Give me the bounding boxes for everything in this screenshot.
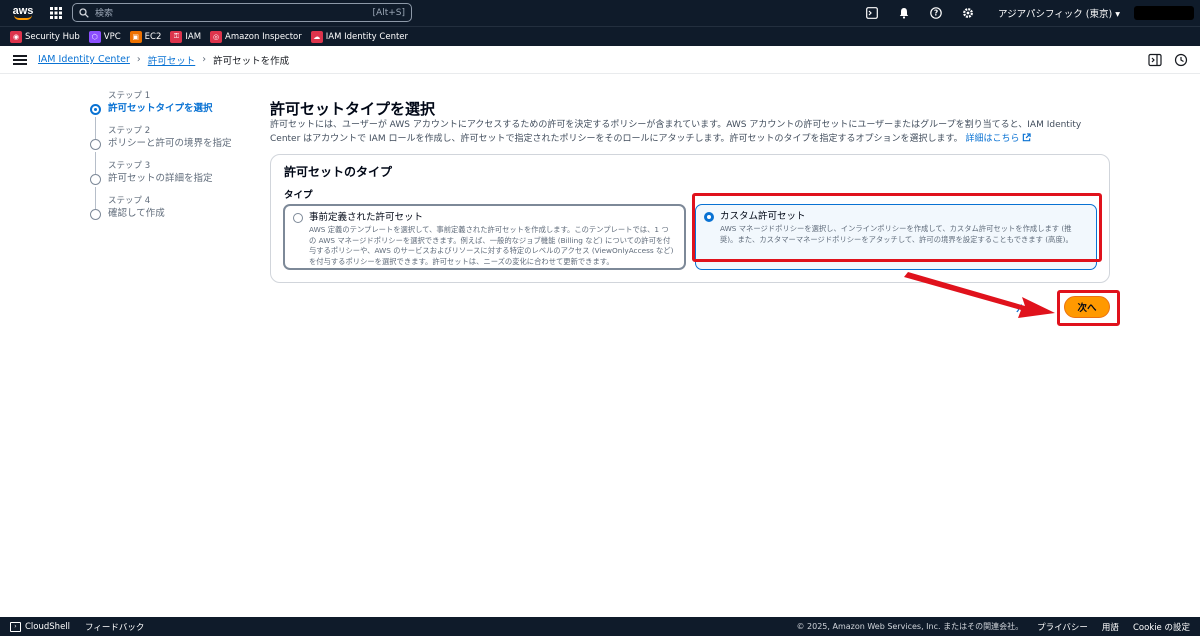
step-indicator-icon [90, 174, 101, 185]
wizard-step-1[interactable]: ステップ 1 許可セットタイプを選択 [90, 91, 260, 139]
cloudshell-link[interactable]: › CloudShell [10, 621, 71, 632]
wizard-step-3: ステップ 3 許可セットの詳細を指定 [90, 161, 260, 209]
step-label: 許可セットの詳細を指定 [108, 173, 213, 184]
breadcrumb-current: 許可セットを作成 [213, 55, 290, 67]
annotation-arrow [904, 272, 1055, 318]
feedback-link[interactable]: フィードバック [85, 621, 144, 633]
chevron-right-icon: › [202, 54, 207, 65]
option-description: AWS 定義のテンプレートを選択して、事前定義された許可セットを作成します。この… [309, 225, 674, 266]
search-placeholder: 検索 [95, 9, 114, 19]
wizard-step-2: ステップ 2 ポリシーと許可の境界を指定 [90, 126, 260, 174]
region-selector[interactable]: アジアパシフィック (東京) ▾ [998, 6, 1120, 20]
breadcrumb-root-link[interactable]: IAM Identity Center [38, 54, 130, 65]
step-label: ポリシーと許可の境界を指定 [108, 138, 232, 149]
fav-iam-identity-center[interactable]: ☁ IAM Identity Center [310, 30, 409, 43]
breadcrumb: IAM Identity Center › 許可セット › 許可セットを作成 [38, 53, 289, 67]
notifications-button[interactable] [893, 2, 915, 24]
search-shortcut: [Alt+S] [372, 7, 405, 18]
search-icon [79, 7, 89, 18]
panel-toggle-icon [1148, 53, 1162, 67]
step-indicator-icon [90, 104, 101, 115]
page-title: 許可セットタイプを選択 [270, 100, 436, 118]
nav-right: ? アジアパシフィック (東京) ▾ [856, 0, 1200, 26]
menu-icon[interactable] [13, 54, 27, 65]
step-number: ステップ 1 [108, 91, 151, 101]
type-label: タイプ [284, 190, 313, 201]
cloudshell-button[interactable] [861, 2, 883, 24]
page-description: 許可セットには、ユーザーが AWS アカウントにアクセスするための許可を決定する… [270, 118, 1112, 146]
fav-label: IAM Identity Center [325, 31, 409, 42]
favorites-bar: ◉ Security Hub ⬡ VPC ▣ EC2 ⚿ IAM ◎ Amazo… [0, 26, 1200, 46]
fav-iam[interactable]: ⚿ IAM [170, 30, 202, 43]
ec2-icon: ▣ [129, 30, 142, 43]
step-label: 許可セットタイプを選択 [108, 103, 213, 114]
fav-label: EC2 [144, 31, 162, 42]
step-label: 確認して作成 [108, 208, 165, 219]
highlight-box-next [1057, 290, 1120, 326]
account-menu[interactable] [1134, 6, 1194, 20]
security-hub-icon: ◉ [10, 30, 22, 43]
info-panel-button[interactable] [1148, 53, 1162, 67]
recent-activity-button[interactable] [1174, 53, 1188, 67]
clock-icon [1174, 53, 1188, 67]
wizard-step-4: ステップ 4 確認して作成 [90, 196, 260, 231]
external-link-icon [1023, 133, 1032, 142]
aws-logo-smile [14, 15, 32, 20]
aws-logo[interactable]: aws [0, 0, 42, 26]
fav-label: Amazon Inspector [225, 31, 302, 42]
vpc-icon: ⬡ [88, 30, 101, 43]
terminal-icon: › [10, 621, 21, 632]
svg-text:?: ? [934, 9, 938, 18]
fav-label: VPC [103, 31, 121, 42]
cookie-settings-link[interactable]: Cookie の設定 [1133, 621, 1190, 633]
help-icon: ? [930, 7, 942, 19]
iam-icon: ⚿ [170, 30, 183, 43]
description-text: 許可セットには、ユーザーが AWS アカウントにアクセスするための許可を決定する… [270, 120, 1082, 144]
step-number: ステップ 2 [108, 126, 151, 136]
step-indicator-icon [90, 139, 101, 150]
terms-link[interactable]: 用語 [1102, 621, 1119, 633]
fav-vpc[interactable]: ⬡ VPC [88, 30, 121, 43]
footer: › CloudShell フィードバック © 2025, Amazon Web … [0, 617, 1200, 636]
help-button[interactable]: ? [925, 2, 947, 24]
identity-center-icon: ☁ [310, 30, 323, 43]
fav-security-hub[interactable]: ◉ Security Hub [10, 30, 80, 43]
search-input[interactable]: 検索 [Alt+S] [72, 3, 412, 22]
cloudshell-label: CloudShell [25, 621, 71, 632]
highlight-box-option [692, 193, 1102, 262]
chevron-right-icon: › [136, 54, 141, 65]
panel-title: 許可セットのタイプ [284, 165, 393, 179]
breadcrumb-parent-link[interactable]: 許可セット [148, 53, 196, 67]
grid-icon [50, 7, 62, 19]
footer-right: © 2025, Amazon Web Services, Inc. またはその関… [782, 621, 1190, 633]
step-indicator-icon [90, 209, 101, 220]
radio-button[interactable] [293, 213, 303, 223]
step-number: ステップ 3 [108, 161, 151, 171]
inspector-icon: ◎ [210, 30, 223, 43]
fav-label: IAM [185, 31, 202, 42]
top-navigation: aws 検索 [Alt+S] ? アジアパシフィック (東京) ▾ [0, 0, 1200, 26]
bell-icon [899, 8, 909, 19]
breadcrumb-bar: IAM Identity Center › 許可セット › 許可セットを作成 [0, 46, 1200, 74]
fav-amazon-inspector[interactable]: ◎ Amazon Inspector [210, 30, 302, 43]
step-number: ステップ 4 [108, 196, 151, 206]
learn-more-link[interactable]: 詳細はこちら [965, 133, 1032, 144]
breadcrumb-right-icons [1136, 53, 1188, 67]
copyright-text: © 2025, Amazon Web Services, Inc. またはその関… [796, 621, 1024, 631]
privacy-link[interactable]: プライバシー [1037, 621, 1088, 633]
learn-more-label: 詳細はこちら [965, 134, 1020, 144]
terminal-icon [866, 7, 878, 19]
fav-label: Security Hub [25, 31, 80, 42]
wizard-steps: ステップ 1 許可セットタイプを選択 ステップ 2 ポリシーと許可の境界を指定 … [90, 91, 260, 231]
fav-ec2[interactable]: ▣ EC2 [129, 30, 162, 43]
predefined-permission-set-option[interactable]: 事前定義された許可セット AWS 定義のテンプレートを選択して、事前定義された許… [283, 204, 686, 270]
settings-button[interactable] [957, 2, 979, 24]
gear-icon [963, 8, 973, 18]
option-title: 事前定義された許可セット [309, 212, 424, 223]
services-menu-button[interactable] [46, 3, 66, 23]
